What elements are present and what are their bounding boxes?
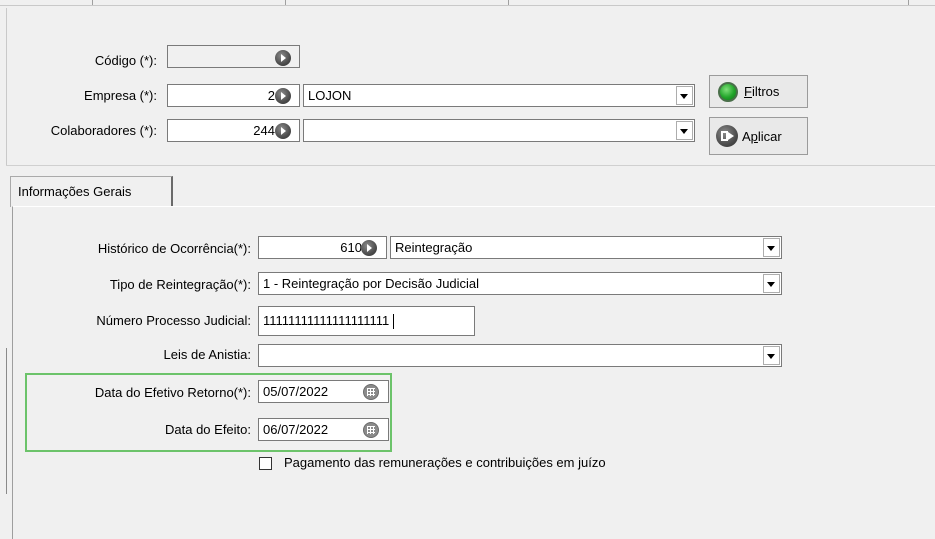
empresa-label: Empresa (*): (84, 88, 157, 103)
top-strip-divider (508, 0, 509, 5)
processo-input-value: 11111111111111111111 (263, 313, 390, 328)
retorno-calendar-icon[interactable] (363, 384, 379, 400)
top-strip-divider (92, 0, 93, 5)
empresa-select-value: LOJON (308, 88, 352, 103)
pagamento-checkbox[interactable] (259, 457, 272, 470)
apply-icon (716, 125, 738, 147)
colaboradores-label: Colaboradores (*): (50, 123, 157, 138)
codigo-search-icon[interactable] (275, 50, 291, 66)
tab-label: Informações Gerais (18, 184, 132, 199)
tipo-dropdown-arrow-icon[interactable] (763, 274, 780, 293)
top-strip-divider (908, 0, 909, 5)
tab-informacoes-gerais[interactable]: Informações Gerais (10, 176, 173, 207)
historico-dropdown-arrow-icon[interactable] (763, 238, 780, 257)
empresa-dropdown-arrow-icon[interactable] (676, 86, 693, 105)
processo-label: Número Processo Judicial: (96, 313, 251, 328)
leis-dropdown-arrow-icon[interactable] (763, 346, 780, 365)
processo-input[interactable]: 11111111111111111111 (258, 306, 475, 336)
aplicar-button-label: Aplicar (742, 128, 782, 144)
empresa-search-icon[interactable] (275, 88, 291, 104)
historico-label: Histórico de Ocorrência(*): (97, 241, 251, 256)
aplicar-button[interactable]: Aplicar (709, 117, 808, 155)
historico-search-icon[interactable] (361, 240, 377, 256)
efeito-label: Data do Efeito: (165, 422, 251, 437)
leis-label: Leis de Anistia: (163, 347, 251, 362)
separator (6, 165, 935, 166)
retorno-date-value: 05/07/2022 (263, 384, 329, 399)
tipo-select[interactable]: 1 - Reintegração por Decisão Judicial (258, 272, 782, 295)
efeito-date-value: 06/07/2022 (263, 422, 329, 437)
pagamento-label[interactable]: Pagamento das remunerações e contribuiçõ… (284, 455, 606, 471)
colaboradores-select[interactable] (303, 119, 695, 142)
colaboradores-search-icon[interactable] (275, 123, 291, 139)
leis-select[interactable] (258, 344, 782, 367)
text-cursor (392, 314, 394, 330)
codigo-label: Código (*): (94, 53, 157, 68)
panel-left-edge (0, 348, 7, 494)
empresa-select[interactable]: LOJON (303, 84, 695, 107)
historico-select[interactable]: Reintegração (390, 236, 782, 259)
filtros-button-label: Filtros (744, 84, 780, 99)
efeito-calendar-icon[interactable] (363, 422, 379, 438)
tipo-select-value: 1 - Reintegração por Decisão Judicial (263, 276, 480, 291)
filter-circle-icon (718, 81, 738, 102)
tipo-label: Tipo de Reintegração(*): (109, 277, 251, 292)
colaboradores-dropdown-arrow-icon[interactable] (676, 121, 693, 140)
retorno-label: Data do Efetivo Retorno(*): (94, 385, 251, 400)
top-strip (0, 0, 935, 6)
historico-select-value: Reintegração (395, 240, 473, 255)
top-strip-divider (285, 0, 286, 5)
filtros-button[interactable]: Filtros (709, 75, 808, 108)
